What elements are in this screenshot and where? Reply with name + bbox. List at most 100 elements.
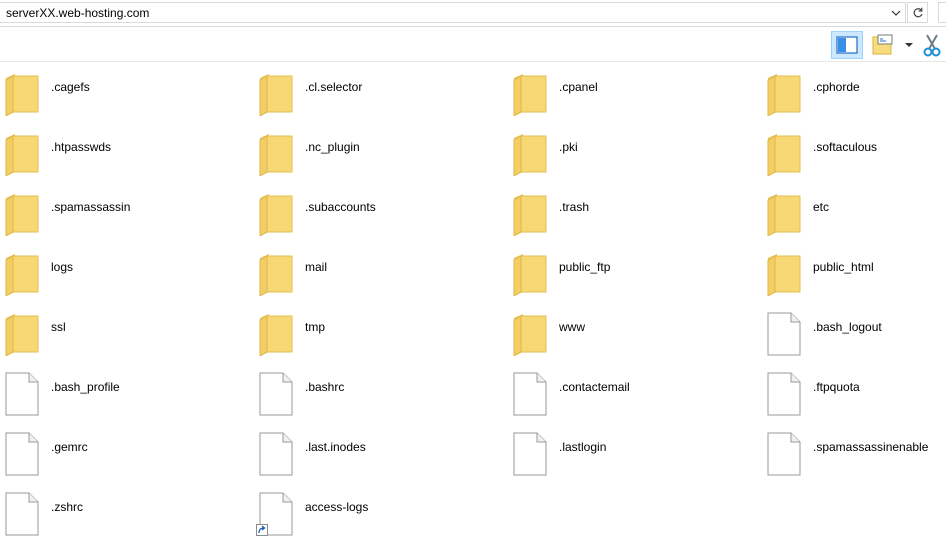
file-name: .cpanel bbox=[559, 80, 598, 94]
file-icon bbox=[258, 432, 294, 476]
folder-item[interactable]: .softaculous bbox=[762, 122, 946, 177]
chevron-down-icon bbox=[891, 10, 901, 16]
folder-item[interactable]: mail bbox=[254, 242, 504, 297]
file-icon bbox=[512, 432, 548, 476]
shortcut-arrow-icon bbox=[256, 524, 268, 536]
folder-icon bbox=[4, 72, 40, 117]
folder-icon bbox=[4, 132, 40, 177]
file-name: public_html bbox=[813, 260, 874, 274]
folder-item[interactable]: .cl.selector bbox=[254, 62, 504, 117]
folder-item[interactable]: ssl bbox=[0, 302, 250, 357]
file-item[interactable]: .contactemail bbox=[508, 362, 758, 416]
file-name: www bbox=[559, 320, 585, 334]
refresh-button[interactable] bbox=[907, 2, 928, 23]
folder-icon bbox=[512, 252, 548, 297]
folder-item[interactable]: .subaccounts bbox=[254, 182, 504, 237]
file-icon bbox=[512, 372, 548, 416]
file-icon bbox=[766, 312, 802, 356]
chevron-down-icon bbox=[905, 43, 913, 47]
file-icon bbox=[258, 372, 294, 416]
file-name: .bash_profile bbox=[51, 380, 120, 394]
address-dropdown-button[interactable] bbox=[887, 3, 905, 22]
file-name: .htpasswds bbox=[51, 140, 112, 154]
cut-button[interactable] bbox=[918, 31, 946, 59]
folder-item[interactable]: tmp bbox=[254, 302, 504, 357]
file-name: ssl bbox=[51, 320, 66, 334]
file-name: .nc_plugin bbox=[305, 140, 360, 154]
folder-item[interactable]: .cphorde bbox=[762, 62, 946, 117]
file-item[interactable]: .bash_profile bbox=[0, 362, 250, 416]
file-name: etc bbox=[813, 200, 830, 214]
folder-icon bbox=[258, 132, 294, 177]
folder-icon bbox=[4, 192, 40, 237]
folder-item[interactable]: .cagefs bbox=[0, 62, 250, 117]
folder-item[interactable]: public_ftp bbox=[508, 242, 758, 297]
file-name: .cagefs bbox=[51, 80, 90, 94]
folder-icon bbox=[766, 132, 802, 177]
folder-item[interactable]: .spamassassin bbox=[0, 182, 250, 237]
file-item[interactable]: .bash_logout bbox=[762, 302, 946, 356]
file-name: mail bbox=[305, 260, 328, 274]
file-name: .pki bbox=[559, 140, 578, 154]
preview-pane-button[interactable] bbox=[831, 31, 863, 59]
file-name: .subaccounts bbox=[305, 200, 376, 214]
folder-item[interactable]: .cpanel bbox=[508, 62, 758, 117]
file-icon bbox=[4, 372, 40, 416]
folder-item[interactable]: www bbox=[508, 302, 758, 357]
folder-item[interactable]: .htpasswds bbox=[0, 122, 250, 177]
file-name: .cphorde bbox=[813, 80, 860, 94]
folder-icon bbox=[258, 192, 294, 237]
file-item[interactable]: .gemrc bbox=[0, 422, 250, 476]
preview-pane-icon bbox=[836, 36, 858, 54]
file-icon bbox=[766, 372, 802, 416]
toolbar bbox=[0, 27, 946, 62]
file-item[interactable]: .lastlogin bbox=[508, 422, 758, 476]
address-field[interactable]: serverXX.web-hosting.com bbox=[0, 2, 906, 23]
file-item[interactable]: .last.inodes bbox=[254, 422, 504, 476]
view-options-button[interactable] bbox=[871, 31, 915, 59]
file-name: .softaculous bbox=[813, 140, 878, 154]
file-item[interactable]: .spamassassinenable bbox=[762, 422, 946, 476]
file-name: .gemrc bbox=[51, 440, 88, 454]
file-icon bbox=[766, 432, 802, 476]
shortcut-file-icon bbox=[256, 492, 294, 536]
scissors-icon bbox=[923, 34, 941, 57]
file-name: .bashrc bbox=[305, 380, 345, 394]
folder-icon bbox=[766, 252, 802, 297]
file-name: access-logs bbox=[305, 500, 369, 514]
folder-icon bbox=[766, 72, 802, 117]
file-icon bbox=[4, 432, 40, 476]
file-name: .lastlogin bbox=[559, 440, 607, 454]
search-box[interactable] bbox=[938, 2, 946, 23]
folder-icon bbox=[512, 312, 548, 357]
folder-item[interactable]: public_html bbox=[762, 242, 946, 297]
folder-icon bbox=[512, 132, 548, 177]
file-name: .last.inodes bbox=[305, 440, 366, 454]
folder-item[interactable]: .nc_plugin bbox=[254, 122, 504, 177]
file-item[interactable]: .bashrc bbox=[254, 362, 504, 416]
folder-icon bbox=[258, 312, 294, 357]
file-name: .contactemail bbox=[559, 380, 630, 394]
file-name: .ftpquota bbox=[813, 380, 860, 394]
file-item[interactable]: access-logs bbox=[254, 482, 504, 536]
address-path: serverXX.web-hosting.com bbox=[6, 6, 150, 20]
folder-icon bbox=[4, 252, 40, 297]
folder-item[interactable]: .pki bbox=[508, 122, 758, 177]
file-name: .zshrc bbox=[51, 500, 84, 514]
folder-icon bbox=[766, 192, 802, 237]
folder-icon bbox=[512, 192, 548, 237]
file-name: .cl.selector bbox=[305, 80, 363, 94]
folder-item[interactable]: etc bbox=[762, 182, 946, 237]
folder-item[interactable]: logs bbox=[0, 242, 250, 297]
file-item[interactable]: .ftpquota bbox=[762, 362, 946, 416]
view-options-icon bbox=[872, 34, 893, 55]
file-name: tmp bbox=[305, 320, 326, 334]
address-bar: serverXX.web-hosting.com bbox=[0, 0, 946, 27]
folder-icon bbox=[258, 72, 294, 117]
folder-item[interactable]: .trash bbox=[508, 182, 758, 237]
file-name: .spamassassinenable bbox=[813, 440, 929, 454]
folder-icon bbox=[258, 252, 294, 297]
refresh-icon bbox=[913, 7, 923, 17]
file-item[interactable]: .zshrc bbox=[0, 482, 250, 536]
folder-icon bbox=[4, 312, 40, 357]
